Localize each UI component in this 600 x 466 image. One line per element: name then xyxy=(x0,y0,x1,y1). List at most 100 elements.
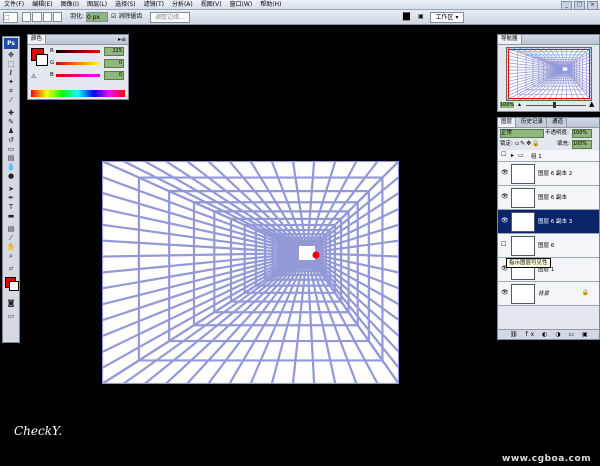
menu-window[interactable]: 窗口(W) xyxy=(226,0,257,9)
eye-icon[interactable]: 👁 xyxy=(501,194,509,200)
tab-navigator[interactable]: 导航器 xyxy=(498,35,522,44)
channel-g-value[interactable]: 0 xyxy=(104,59,124,68)
zoom-value[interactable]: 100% xyxy=(500,102,514,108)
eye-icon[interactable]: 👁 xyxy=(501,218,509,224)
path-selection-icon[interactable]: ➤ xyxy=(6,185,16,193)
menu-layer[interactable]: 图层(L) xyxy=(83,0,111,9)
eye-icon[interactable]: 👁 xyxy=(501,170,509,176)
group-visibility-toggle[interactable]: ☐ xyxy=(501,152,508,158)
eraser-tool-icon[interactable]: ▭ xyxy=(6,145,16,153)
channel-r-slider[interactable] xyxy=(56,50,100,53)
selection-mode-group xyxy=(22,12,62,22)
add-selection-icon[interactable] xyxy=(32,12,42,22)
dodge-tool-icon[interactable]: ● xyxy=(6,172,16,180)
tab-layers[interactable]: 图层 xyxy=(498,118,517,127)
eyedropper-tool-icon[interactable]: ⁄ xyxy=(6,234,16,242)
gradient-tool-icon[interactable]: ▤ xyxy=(6,154,16,162)
blend-mode-select[interactable]: 正常 xyxy=(500,129,544,138)
tab-history[interactable]: 历史记录 xyxy=(518,118,548,127)
fill-input[interactable]: 100% xyxy=(572,140,592,149)
magic-wand-icon[interactable]: ✦ xyxy=(6,78,16,86)
document-canvas[interactable] xyxy=(102,161,399,384)
menu-select[interactable]: 选择(S) xyxy=(111,0,140,9)
channel-b-value[interactable]: 0 xyxy=(104,71,124,80)
tab-channels[interactable]: 通道 xyxy=(549,118,568,127)
color-panel-header: 颜色 ▸≡ xyxy=(28,35,128,45)
visibility-toggle[interactable]: ☐ xyxy=(501,242,508,248)
layer-row-selected[interactable]: 👁 图层 6 副本 3 xyxy=(498,210,599,234)
navigator-panel: 导航器 100% ▴ ▲ xyxy=(497,34,600,112)
layer-row[interactable]: 👁 背景 🔒 xyxy=(498,282,599,306)
notes-tool-icon[interactable]: ▤ xyxy=(6,225,16,233)
group-expand-icon[interactable]: ▸ xyxy=(511,152,514,159)
menu-filter[interactable]: 滤镜(T) xyxy=(140,0,168,9)
zoom-tool-icon[interactable]: ⌕ xyxy=(6,252,16,260)
navigator-preview[interactable] xyxy=(506,47,592,101)
feather-input[interactable]: 0 px xyxy=(86,12,108,22)
layer-name: 背景 xyxy=(538,291,550,297)
swap-colors-icon[interactable]: ⇄ xyxy=(6,265,16,273)
slice-tool-icon[interactable]: ⁄ xyxy=(6,96,16,104)
marquee-tool-icon[interactable]: ⬚ xyxy=(6,60,16,68)
minimize-button[interactable]: _ xyxy=(561,1,572,10)
screen-mode-icon[interactable]: ▭ xyxy=(6,312,16,320)
layers-footer-toolbar[interactable]: ⛓ fx ◐ ◑ ▭ ▣ 🗑 xyxy=(498,329,599,348)
type-tool-icon[interactable]: T xyxy=(6,203,16,211)
photoshop-logo[interactable]: Ps xyxy=(4,38,18,49)
zoom-slider[interactable] xyxy=(526,105,586,106)
layer-row[interactable]: 👁 图层 6 副本 2 xyxy=(498,162,599,186)
layer-row[interactable]: ☐ 图层 6 xyxy=(498,234,599,258)
pen-tool-icon[interactable]: ✒ xyxy=(6,194,16,202)
eye-icon[interactable]: 👁 xyxy=(501,290,509,296)
quick-mask-icon[interactable]: ◙ xyxy=(6,299,16,307)
view-box[interactable] xyxy=(508,49,590,99)
antialias-label: 消除锯齿 xyxy=(118,13,143,20)
background-color-swatch[interactable] xyxy=(9,281,19,291)
subtract-selection-icon[interactable] xyxy=(42,12,52,22)
menu-image[interactable]: 图像(I) xyxy=(57,0,83,9)
tool-preset-picker[interactable]: ⬚ xyxy=(3,12,18,23)
intersect-selection-icon[interactable] xyxy=(52,12,62,22)
lasso-tool-icon[interactable]: ℓ xyxy=(6,69,16,77)
bridge-icon[interactable]: ▆ xyxy=(403,12,410,21)
opacity-input[interactable]: 100% xyxy=(572,129,592,138)
panel-menu-icon[interactable]: ▸≡ xyxy=(118,35,126,44)
channel-b-slider[interactable] xyxy=(56,74,100,77)
layer-row[interactable]: 👁 图层 6 副本 xyxy=(498,186,599,210)
move-tool-icon[interactable]: ✥ xyxy=(6,51,16,59)
workspace-button[interactable]: 工作区 ▾ xyxy=(430,12,464,23)
color-ramp[interactable] xyxy=(31,90,125,97)
channel-r-value[interactable]: 225 xyxy=(104,47,124,56)
new-selection-icon[interactable] xyxy=(22,12,32,22)
crop-tool-icon[interactable]: ⌗ xyxy=(6,87,16,95)
close-button[interactable]: × xyxy=(587,1,598,10)
antialias-checkbox[interactable]: ☑ 消除锯齿 xyxy=(111,12,142,21)
menu-view[interactable]: 视图(V) xyxy=(197,0,226,9)
layer-thumbnail xyxy=(511,284,535,304)
bg-color-swatch[interactable] xyxy=(36,54,48,66)
navigator-header: 导航器 xyxy=(498,35,599,45)
zoom-slider-thumb[interactable] xyxy=(553,102,556,108)
healing-brush-icon[interactable]: ✚ xyxy=(6,109,16,117)
refine-edge-button[interactable]: 调整边缘... xyxy=(150,12,190,23)
menu-edit[interactable]: 编辑(E) xyxy=(28,0,56,9)
lock-options-icon[interactable]: ▫✎✥🔒 xyxy=(515,140,541,148)
hand-tool-icon[interactable]: ✋ xyxy=(6,243,16,251)
history-brush-icon[interactable]: ↺ xyxy=(6,136,16,144)
maximize-button[interactable]: □ xyxy=(574,1,585,10)
blur-tool-icon[interactable]: 💧 xyxy=(6,163,16,171)
channel-g-slider[interactable] xyxy=(56,62,100,65)
shape-tool-icon[interactable]: ▬ xyxy=(6,212,16,220)
menu-file[interactable]: 文件(F) xyxy=(0,0,28,9)
menu-analysis[interactable]: 分析(A) xyxy=(168,0,197,9)
zoom-out-icon[interactable]: ▴ xyxy=(518,102,521,108)
palette-well-icon[interactable]: ▣ xyxy=(418,12,424,21)
layer-group-row[interactable]: ☐ ▸ ▭ 组 1 xyxy=(498,150,599,162)
stamp-tool-icon[interactable]: ♟ xyxy=(6,127,16,135)
warning-icon: ⚠ xyxy=(31,73,37,80)
zoom-in-icon[interactable]: ▲ xyxy=(589,101,594,108)
tab-color[interactable]: 颜色 xyxy=(28,35,47,44)
menu-help[interactable]: 帮助(H) xyxy=(256,0,285,9)
brush-tool-icon[interactable]: ✎ xyxy=(6,118,16,126)
layer-name: 图层 6 副本 3 xyxy=(538,219,573,225)
